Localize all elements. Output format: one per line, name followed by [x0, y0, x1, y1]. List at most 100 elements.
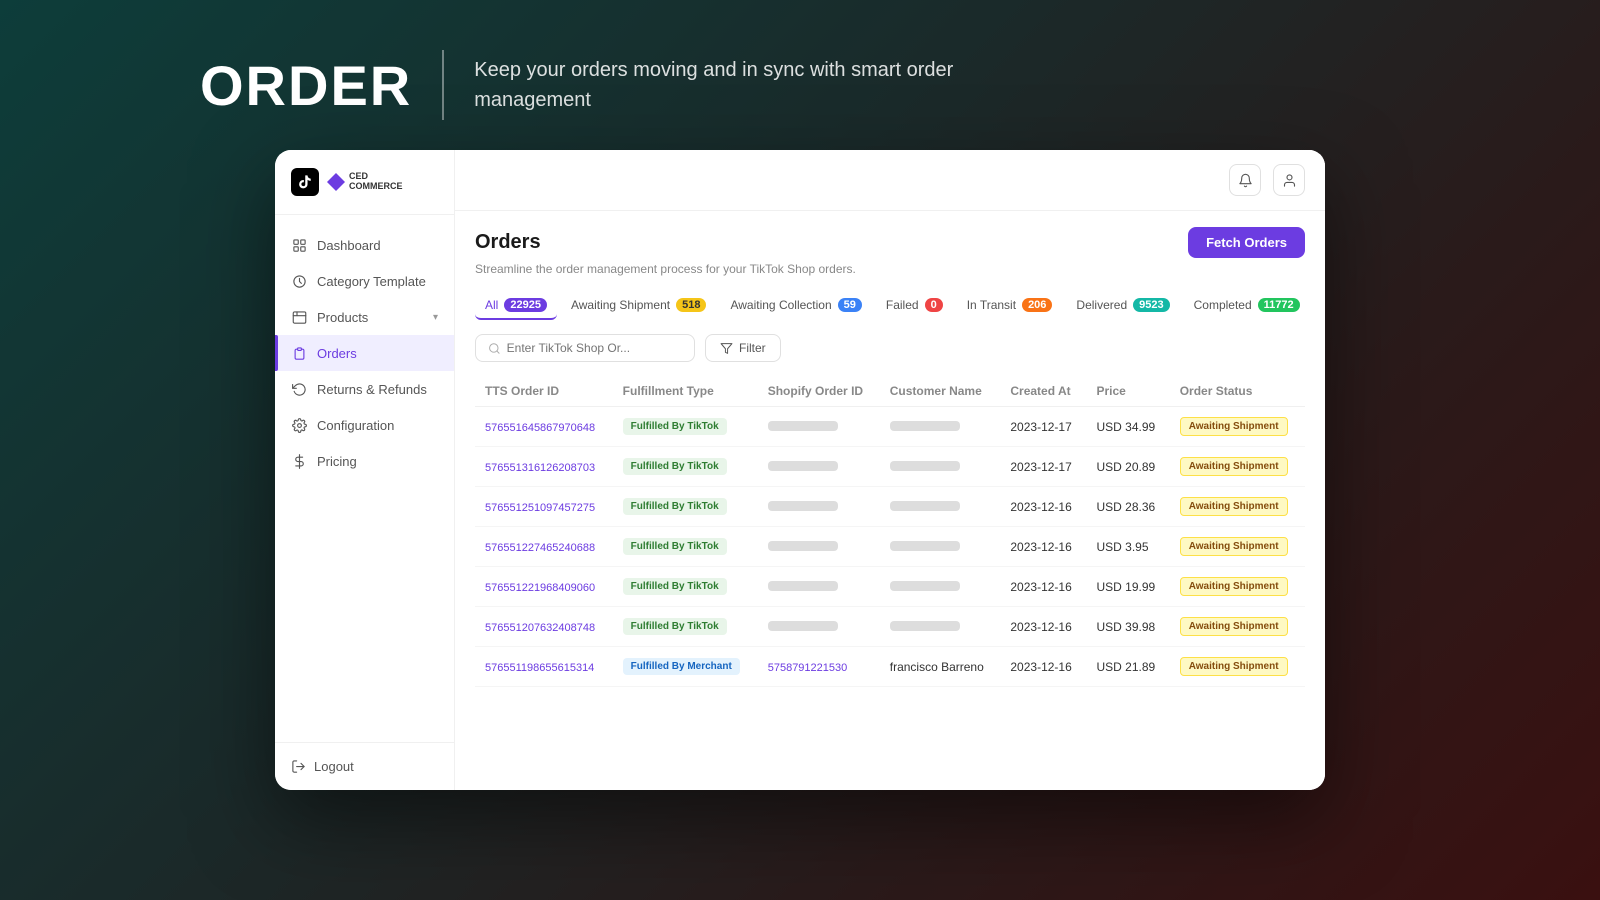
- notifications-button[interactable]: [1229, 164, 1261, 196]
- order-id-link[interactable]: 576551645867970648: [485, 422, 595, 434]
- ced-diamond-icon: [327, 173, 345, 191]
- col-header-tts-order-id: TTS Order ID: [475, 376, 613, 407]
- tab-all[interactable]: All 22925: [475, 292, 557, 320]
- table-row: 576551198655615314Fulfilled By Merchant5…: [475, 647, 1305, 687]
- fulfillment-badge: Fulfilled By TikTok: [623, 498, 727, 515]
- sidebar-item-configuration[interactable]: Configuration: [275, 407, 454, 443]
- sidebar-item-category-template[interactable]: Category Template: [275, 263, 454, 299]
- filter-icon: [720, 342, 733, 355]
- filter-label: Filter: [739, 341, 766, 355]
- status-badge: Awaiting Shipment: [1180, 617, 1288, 636]
- table-row: 576551221968409060Fulfilled By TikTok202…: [475, 567, 1305, 607]
- pricing-icon: [291, 453, 307, 469]
- col-header-created-at: Created At: [1000, 376, 1086, 407]
- created-at: 2023-12-17: [1000, 447, 1086, 487]
- order-id-link[interactable]: 576551207632408748: [485, 622, 595, 634]
- status-badge: Awaiting Shipment: [1180, 457, 1288, 476]
- logout-icon: [291, 759, 306, 774]
- dashboard-icon: [291, 237, 307, 253]
- table-row: 576551227465240688Fulfilled By TikTok202…: [475, 527, 1305, 567]
- tab-completed[interactable]: Completed 11772: [1184, 292, 1305, 320]
- sidebar-item-dashboard[interactable]: Dashboard: [275, 227, 454, 263]
- tab-badge-in-transit: 206: [1022, 298, 1052, 312]
- sidebar-item-pricing[interactable]: Pricing: [275, 443, 454, 479]
- sidebar-item-label: Products: [317, 310, 368, 325]
- price: USD 20.89: [1086, 447, 1169, 487]
- created-at: 2023-12-16: [1000, 607, 1086, 647]
- tab-delivered[interactable]: Delivered 9523: [1066, 292, 1179, 320]
- customer-name: francisco Barreno: [880, 647, 1001, 687]
- shopify-id-redacted: [768, 421, 838, 431]
- ced-commerce-logo: CED COMMERCE: [327, 172, 403, 192]
- order-id-link[interactable]: 576551227465240688: [485, 542, 595, 554]
- filter-button[interactable]: Filter: [705, 334, 781, 362]
- created-at: 2023-12-16: [1000, 567, 1086, 607]
- sidebar-item-orders[interactable]: Orders: [275, 335, 454, 371]
- tab-in-transit[interactable]: In Transit 206: [957, 292, 1063, 320]
- order-id-link[interactable]: 576551198655615314: [485, 662, 594, 674]
- fulfillment-badge: Fulfilled By TikTok: [623, 538, 727, 555]
- tab-badge-awaiting-shipment: 518: [676, 298, 706, 312]
- tab-label: Delivered: [1076, 298, 1127, 312]
- sidebar-item-returns[interactable]: Returns & Refunds: [275, 371, 454, 407]
- order-id-link[interactable]: 576551316126208703: [485, 462, 595, 474]
- sidebar-item-label: Orders: [317, 346, 357, 361]
- customer-name-redacted: [890, 421, 960, 431]
- search-input[interactable]: [507, 341, 682, 355]
- tab-label: Awaiting Shipment: [571, 298, 670, 312]
- bell-icon: [1238, 173, 1253, 188]
- tab-label: Failed: [886, 298, 919, 312]
- status-badge: Awaiting Shipment: [1180, 657, 1288, 676]
- shopify-id-redacted: [768, 541, 838, 551]
- filter-bar: Filter: [475, 334, 1305, 362]
- table-header: TTS Order ID Fulfillment Type Shopify Or…: [475, 376, 1305, 407]
- header-divider: [442, 50, 444, 120]
- status-badge: Awaiting Shipment: [1180, 497, 1288, 516]
- fetch-orders-button[interactable]: Fetch Orders: [1188, 227, 1305, 258]
- search-icon: [488, 342, 501, 355]
- tab-label: All: [485, 298, 498, 312]
- tab-badge-failed: 0: [925, 298, 943, 312]
- orders-icon: [291, 345, 307, 361]
- page-subtitle: Streamline the order management process …: [475, 262, 1305, 276]
- nav-menu: Dashboard Category Template Products ▾: [275, 215, 454, 742]
- fulfillment-badge: Fulfilled By TikTok: [623, 458, 727, 475]
- customer-name-redacted: [890, 461, 960, 471]
- order-id-link[interactable]: 576551221968409060: [485, 582, 595, 594]
- user-profile-button[interactable]: [1273, 164, 1305, 196]
- price: USD 34.99: [1086, 407, 1169, 447]
- tab-badge-delivered: 9523: [1133, 298, 1169, 312]
- tab-failed[interactable]: Failed 0: [876, 292, 953, 320]
- page-header: Orders Fetch Orders: [475, 227, 1305, 258]
- tab-label: In Transit: [967, 298, 1016, 312]
- hero-title: ORDER: [200, 53, 412, 118]
- table-row: 576551645867970648Fulfilled By TikTok202…: [475, 407, 1305, 447]
- tab-awaiting-shipment[interactable]: Awaiting Shipment 518: [561, 292, 717, 320]
- fulfillment-badge: Fulfilled By TikTok: [623, 618, 727, 635]
- sidebar-item-products[interactable]: Products ▾: [275, 299, 454, 335]
- sidebar-bottom: Logout: [275, 742, 454, 790]
- order-id-link[interactable]: 576551251097457275: [485, 502, 595, 514]
- logout-button[interactable]: Logout: [291, 759, 438, 774]
- fulfillment-badge: Fulfilled By Merchant: [623, 658, 740, 675]
- tab-badge-awaiting-collection: 59: [838, 298, 862, 312]
- sidebar-item-label: Category Template: [317, 274, 426, 289]
- tab-awaiting-collection[interactable]: Awaiting Collection 59: [720, 292, 871, 320]
- returns-icon: [291, 381, 307, 397]
- customer-name-redacted: [890, 581, 960, 591]
- price: USD 19.99: [1086, 567, 1169, 607]
- chevron-down-icon: ▾: [433, 312, 438, 323]
- hero-subtitle: Keep your orders moving and in sync with…: [474, 55, 974, 115]
- tab-badge-all: 22925: [504, 298, 547, 312]
- status-badge: Awaiting Shipment: [1180, 537, 1288, 556]
- created-at: 2023-12-16: [1000, 487, 1086, 527]
- price: USD 39.98: [1086, 607, 1169, 647]
- col-header-customer-name: Customer Name: [880, 376, 1001, 407]
- customer-name-redacted: [890, 541, 960, 551]
- logout-label: Logout: [314, 759, 354, 774]
- col-header-fulfillment-type: Fulfillment Type: [613, 376, 758, 407]
- sidebar: CED COMMERCE Dashboard Category Template: [275, 150, 455, 790]
- orders-table-body: 576551645867970648 Fulfilled By TikTok 202…: [475, 407, 1305, 687]
- price: USD 21.89: [1086, 647, 1169, 687]
- tab-label: Awaiting Collection: [730, 298, 831, 312]
